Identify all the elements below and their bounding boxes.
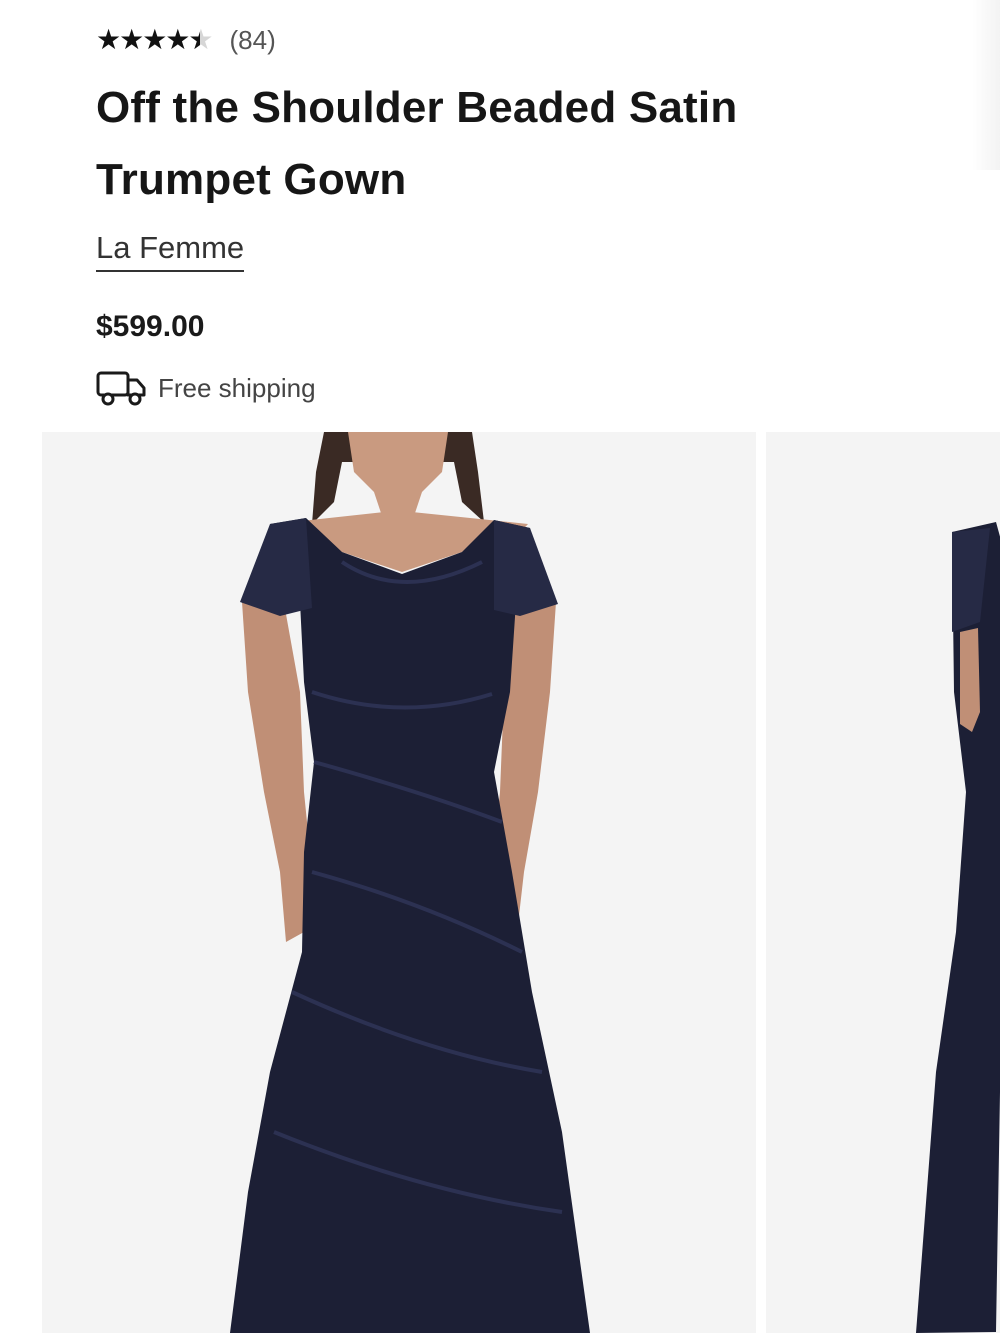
review-count[interactable]: (84) <box>230 25 276 56</box>
product-price: $599.00 <box>96 310 205 343</box>
brand-link[interactable]: La Femme <box>96 230 245 272</box>
rating-row[interactable]: ★★★★★ ★★★★★ (84) <box>96 18 916 62</box>
product-image-gallery[interactable] <box>42 432 1000 1333</box>
gown-model-image-partial <box>766 432 1000 1333</box>
product-photo-next[interactable] <box>766 432 1000 1333</box>
product-title: Off the Shoulder Beaded Satin Trumpet Go… <box>96 83 738 204</box>
gown-model-image <box>42 432 756 1333</box>
page-edge-shadow <box>972 0 1000 170</box>
product-photo-main[interactable] <box>42 432 756 1333</box>
star-rating: ★★★★★ ★★★★★ <box>96 26 214 54</box>
shipping-text: Free shipping <box>158 372 316 403</box>
shipping-info: Free shipping <box>96 368 916 408</box>
product-header: ★★★★★ ★★★★★ (84) Off the Shoulder Beaded… <box>96 18 916 408</box>
truck-icon <box>96 371 146 406</box>
star-rating-filled: ★★★★★ <box>96 26 200 54</box>
